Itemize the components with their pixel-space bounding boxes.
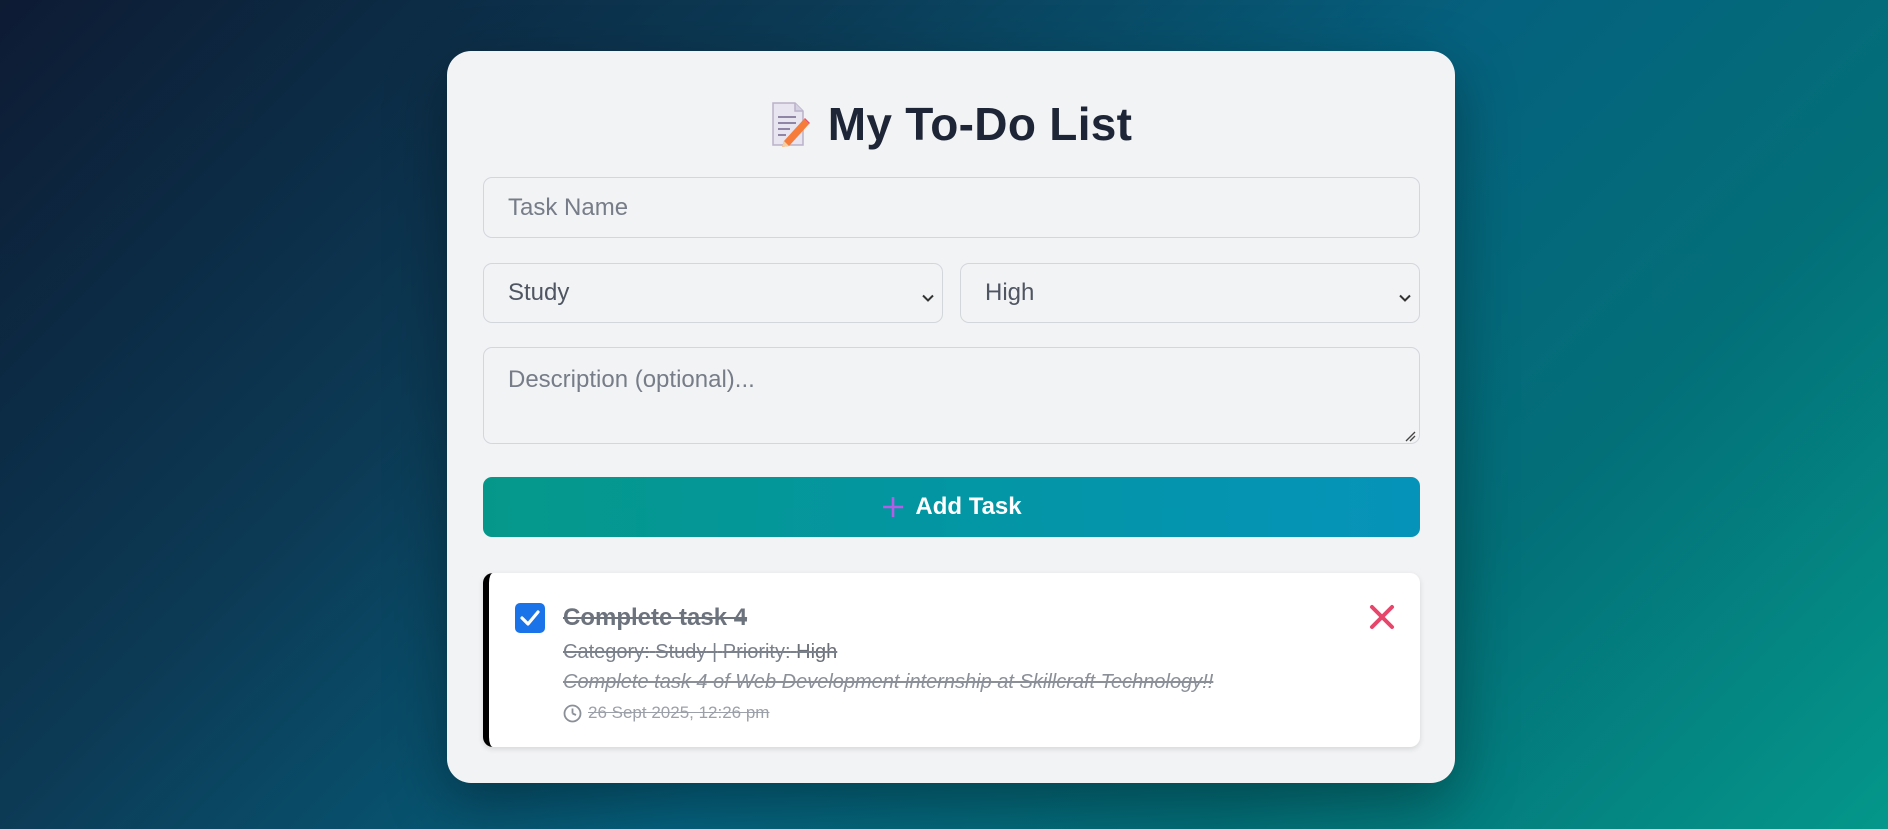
- priority-label: Priority:: [722, 641, 791, 663]
- task-complete-checkbox[interactable]: [515, 603, 545, 633]
- task-name: Complete task 4: [563, 604, 748, 631]
- task-timestamp-text: 26 Sept 2025, 12:26 pm: [588, 703, 770, 722]
- task-description: Complete task 4 of Web Development inter…: [563, 671, 1214, 693]
- priority-select[interactable]: High: [960, 263, 1420, 323]
- plus-icon: [881, 495, 905, 519]
- task-priority: High: [796, 641, 838, 663]
- add-task-button[interactable]: Add Task: [483, 477, 1420, 537]
- task-meta: Category: Study | Priority: High: [563, 639, 1340, 665]
- chevron-down-icon: [920, 285, 936, 302]
- add-task-label: Add Task: [915, 493, 1022, 520]
- todo-card: My To-Do List Study High Add Task: [447, 51, 1455, 783]
- task-text: Complete task 4 Category: Study | Priori…: [563, 603, 1340, 725]
- chevron-down-icon: [1397, 285, 1413, 302]
- category-label: Category:: [563, 641, 650, 663]
- task-name-input[interactable]: [483, 177, 1420, 238]
- task-item: Complete task 4 Category: Study | Priori…: [483, 573, 1420, 747]
- close-icon: [1370, 605, 1394, 629]
- category-select-value: Study: [508, 279, 570, 306]
- meta-separator: |: [712, 641, 718, 663]
- memo-pencil-icon: [770, 101, 810, 147]
- task-category: Study: [655, 641, 707, 663]
- checkmark-icon: [520, 610, 540, 626]
- task-timestamp: 26 Sept 2025, 12:26 pm: [563, 701, 1340, 725]
- priority-select-value: High: [985, 279, 1035, 306]
- page-title: My To-Do List: [827, 98, 1133, 150]
- resize-grip-icon[interactable]: [1404, 429, 1416, 442]
- header: My To-Do List: [447, 91, 1455, 157]
- category-select[interactable]: Study: [483, 263, 943, 323]
- clock-icon: [563, 704, 582, 723]
- delete-task-button[interactable]: [1366, 601, 1398, 633]
- description-textarea[interactable]: [483, 347, 1420, 444]
